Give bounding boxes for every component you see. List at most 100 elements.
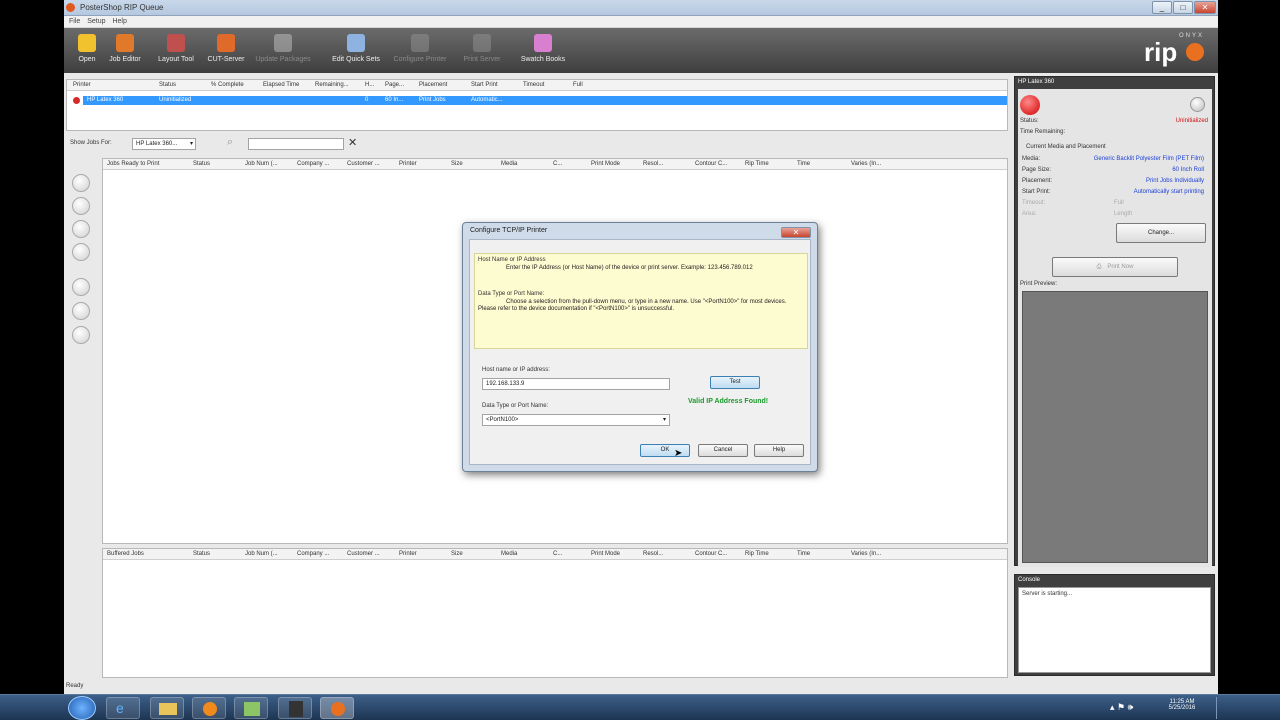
table-row[interactable]: HP Latex 360 Uninitialized 0 60 In... Pr… bbox=[83, 96, 1007, 105]
job-action-button-5[interactable] bbox=[72, 278, 90, 296]
port-select[interactable]: <PortN100> ▾ bbox=[482, 414, 670, 426]
toolbar-button-swatch-books[interactable]: Swatch Books bbox=[514, 34, 572, 70]
col-placement[interactable]: Placement bbox=[419, 82, 447, 88]
port-label: Data Type or Port Name: bbox=[482, 403, 549, 409]
buffered-jobs-header: Buffered Jobs Status Job Num (... Company .… bbox=[103, 549, 1007, 560]
col-status[interactable]: Status bbox=[159, 82, 176, 88]
col-printer[interactable]: Printer bbox=[73, 82, 91, 88]
close-button[interactable]: ✕ bbox=[1194, 1, 1216, 14]
col-remaining[interactable]: Remaining... bbox=[315, 82, 349, 88]
toolbar-button-update-packages[interactable]: Update Packages bbox=[254, 34, 312, 70]
console-output[interactable]: Server is starting... bbox=[1018, 587, 1211, 673]
ok-button[interactable]: OK bbox=[640, 444, 690, 457]
maximize-button[interactable]: □ bbox=[1173, 1, 1193, 14]
col-full[interactable]: Full bbox=[573, 82, 583, 88]
menu-setup[interactable]: Setup bbox=[87, 16, 105, 28]
dialog-close-button[interactable]: ✕ bbox=[781, 227, 811, 238]
column-header[interactable]: Jobs Ready to Print bbox=[107, 161, 159, 167]
toolbar-button-configure-printer[interactable]: Configure Printer bbox=[390, 34, 450, 70]
help-heading-host: Host Name or IP Address bbox=[478, 257, 546, 263]
job-action-button-3[interactable] bbox=[72, 220, 90, 238]
taskbar-media-player[interactable] bbox=[192, 697, 226, 719]
clear-search-icon[interactable]: ✕ bbox=[348, 136, 357, 149]
taskbar-app-1[interactable] bbox=[234, 697, 268, 719]
column-header[interactable]: Time bbox=[797, 161, 810, 167]
taskbar-onyx[interactable] bbox=[320, 697, 354, 719]
menu-file[interactable]: File bbox=[69, 16, 80, 28]
column-header[interactable]: Print Mode bbox=[591, 161, 620, 167]
col-start-print[interactable]: Start Print bbox=[471, 82, 498, 88]
column-header[interactable]: Contour C... bbox=[695, 161, 727, 167]
clock[interactable]: 11:25 AM 5/25/2016 bbox=[1160, 699, 1204, 711]
taskbar-ie[interactable]: e bbox=[106, 697, 140, 719]
swatch-books-icon bbox=[534, 34, 552, 52]
job-action-button-7[interactable] bbox=[72, 326, 90, 344]
ready-jobs-header: Jobs Ready to Print Status Job Num (... Com… bbox=[103, 159, 1007, 170]
search-input[interactable] bbox=[248, 138, 344, 150]
help-button[interactable]: Help bbox=[754, 444, 804, 457]
toolbar-button-label: Job Editor bbox=[109, 56, 141, 63]
folder-icon bbox=[78, 34, 96, 52]
start-button[interactable] bbox=[68, 696, 96, 720]
test-button[interactable]: Test bbox=[710, 376, 760, 389]
show-desktop-button[interactable] bbox=[1216, 697, 1228, 719]
col-h[interactable]: H... bbox=[365, 82, 374, 88]
host-input[interactable]: 192.168.133.9 bbox=[482, 378, 670, 390]
column-header[interactable]: Status bbox=[193, 161, 210, 167]
column-header[interactable]: Varies (In... bbox=[851, 161, 881, 167]
toolbar-button-print-server[interactable]: Print Server bbox=[460, 34, 504, 70]
menu-help[interactable]: Help bbox=[112, 16, 126, 28]
column-header[interactable]: Printer bbox=[399, 161, 417, 167]
column-header[interactable]: Customer ... bbox=[347, 161, 380, 167]
column-header[interactable]: Resol... bbox=[643, 161, 663, 167]
column-header[interactable]: C... bbox=[553, 161, 562, 167]
job-action-button-6[interactable] bbox=[72, 302, 90, 320]
column-header[interactable]: Contour C... bbox=[695, 551, 727, 557]
column-header[interactable]: Size bbox=[451, 551, 463, 557]
toolbar-button-edit-quick-sets[interactable]: Edit Quick Sets bbox=[326, 34, 386, 70]
toolbar-button-layout-tool[interactable]: Layout Tool bbox=[152, 34, 200, 70]
job-action-button-4[interactable] bbox=[72, 243, 90, 261]
column-header[interactable]: Media bbox=[501, 551, 517, 557]
column-header[interactable]: Size bbox=[451, 161, 463, 167]
printer-stop-button[interactable] bbox=[1020, 95, 1040, 115]
col-complete[interactable]: % Complete bbox=[211, 82, 244, 88]
column-header[interactable]: Buffered Jobs bbox=[107, 551, 144, 557]
printer-info-panel: HP Latex 360 Status: Uninitialized Time … bbox=[1014, 76, 1215, 567]
col-page[interactable]: Page... bbox=[385, 82, 404, 88]
column-header[interactable]: Time bbox=[797, 551, 810, 557]
column-header[interactable]: Customer ... bbox=[347, 551, 380, 557]
toolbar-button-open[interactable]: Open bbox=[72, 34, 102, 70]
tray-icons[interactable]: ▴ ⚑ 🕪 bbox=[1110, 702, 1133, 713]
taskbar-explorer[interactable] bbox=[150, 697, 184, 719]
cancel-button[interactable]: Cancel bbox=[698, 444, 748, 457]
status-label: Status: bbox=[1020, 118, 1039, 124]
print-now-button[interactable]: ⎙ Print Now bbox=[1052, 257, 1178, 277]
change-media-button[interactable]: Change... bbox=[1116, 223, 1206, 243]
column-header[interactable]: C... bbox=[553, 551, 562, 557]
column-header[interactable]: Media bbox=[501, 161, 517, 167]
cell-status: Uninitialized bbox=[159, 97, 192, 103]
column-header[interactable]: Printer bbox=[399, 551, 417, 557]
column-header[interactable]: Job Num (... bbox=[245, 551, 278, 557]
column-header[interactable]: Rip Time bbox=[745, 161, 769, 167]
col-timeout[interactable]: Timeout bbox=[523, 82, 544, 88]
help-text-port: Choose a selection from the pull-down me… bbox=[478, 299, 787, 312]
job-action-button-2[interactable] bbox=[72, 197, 90, 215]
cell-page: 60 In... bbox=[385, 97, 404, 103]
toolbar-button-job-editor[interactable]: Job Editor bbox=[106, 34, 144, 70]
column-header[interactable]: Company ... bbox=[297, 161, 329, 167]
column-header[interactable]: Print Mode bbox=[591, 551, 620, 557]
column-header[interactable]: Job Num (... bbox=[245, 161, 278, 167]
column-header[interactable]: Varies (In... bbox=[851, 551, 881, 557]
toolbar-button-cut-server[interactable]: CUT-Server bbox=[204, 34, 248, 70]
minimize-button[interactable]: _ bbox=[1152, 1, 1172, 14]
column-header[interactable]: Resol... bbox=[643, 551, 663, 557]
column-header[interactable]: Company ... bbox=[297, 551, 329, 557]
column-header[interactable]: Rip Time bbox=[745, 551, 769, 557]
job-action-button-1[interactable] bbox=[72, 174, 90, 192]
taskbar-app-2[interactable] bbox=[278, 697, 312, 719]
col-elapsed[interactable]: Elapsed Time bbox=[263, 82, 299, 88]
show-jobs-select[interactable]: HP Latex 360... ▾ bbox=[132, 138, 196, 150]
column-header[interactable]: Status bbox=[193, 551, 210, 557]
